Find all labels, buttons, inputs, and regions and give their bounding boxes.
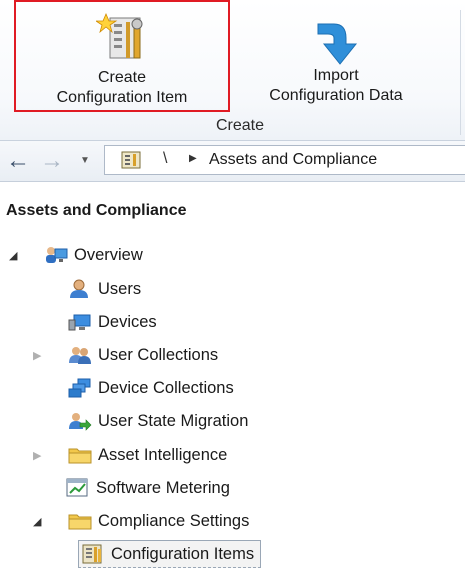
tree-item-asset-intelligence[interactable]: ▶ Asset Intelligence bbox=[33, 441, 228, 469]
collapse-icon[interactable]: ◢ bbox=[9, 249, 17, 262]
tree-item-compliance-settings[interactable]: ◢ Compliance Settings bbox=[33, 507, 250, 535]
console-root-icon[interactable] bbox=[121, 151, 141, 169]
create-label-line2: Configuration Item bbox=[56, 89, 188, 106]
ribbon: Create Configuration Item Import Configu… bbox=[0, 0, 465, 141]
breadcrumb-expand-icon[interactable]: ▶ bbox=[189, 153, 197, 164]
user-state-migration-icon bbox=[68, 411, 92, 431]
tree-item-label: Compliance Settings bbox=[98, 511, 250, 530]
devices-icon bbox=[68, 312, 92, 332]
folder-icon bbox=[68, 511, 92, 531]
create-label-line1: Create bbox=[97, 69, 147, 86]
tree-item-label: Asset Intelligence bbox=[98, 445, 228, 464]
user-collections-icon bbox=[68, 345, 92, 365]
software-metering-icon bbox=[66, 478, 90, 498]
create-configuration-item-button[interactable]: Create Configuration Item bbox=[14, 0, 230, 112]
expand-icon[interactable]: ▶ bbox=[33, 349, 41, 362]
user-icon bbox=[68, 279, 92, 299]
back-arrow-icon[interactable]: ← bbox=[6, 149, 34, 173]
breadcrumb-item-assets[interactable]: Assets and Compliance bbox=[209, 151, 377, 169]
import-label-line1: Import bbox=[313, 67, 359, 84]
tree-item-label: User Collections bbox=[98, 345, 219, 364]
tree-item-label: User State Migration bbox=[98, 411, 249, 430]
breadcrumb-separator: \ bbox=[163, 150, 168, 167]
tree-title: Assets and Compliance bbox=[6, 202, 187, 219]
tree-item-users[interactable]: Users bbox=[68, 275, 141, 303]
ribbon-group-label: Create bbox=[215, 117, 265, 134]
breadcrumb[interactable]: \ ▶ Assets and Compliance bbox=[104, 145, 465, 175]
tree-item-software-metering[interactable]: Software Metering bbox=[66, 474, 230, 502]
configuration-item-icon bbox=[81, 544, 105, 564]
tree-item-label: Software Metering bbox=[96, 478, 230, 497]
ribbon-separator bbox=[460, 10, 461, 135]
history-dropdown-icon[interactable]: ▼ bbox=[80, 155, 90, 166]
tree-item-device-collections[interactable]: Device Collections bbox=[68, 374, 234, 402]
import-configuration-data-button[interactable]: Import Configuration Data bbox=[236, 0, 436, 116]
folder-icon bbox=[68, 445, 92, 465]
import-label-line2: Configuration Data bbox=[269, 87, 403, 104]
device-collections-icon bbox=[68, 378, 92, 398]
tree-item-label: Devices bbox=[98, 312, 157, 331]
overview-icon bbox=[44, 245, 68, 265]
tree-item-label: Configuration Items bbox=[111, 544, 255, 563]
tree-item-user-state-migration[interactable]: User State Migration bbox=[68, 407, 248, 435]
tree-item-label: Users bbox=[98, 279, 142, 298]
expand-icon[interactable]: ▶ bbox=[33, 449, 41, 462]
tree-item-label: Overview bbox=[74, 245, 143, 264]
forward-arrow-icon[interactable]: → bbox=[40, 149, 68, 173]
tree-item-devices[interactable]: Devices bbox=[68, 308, 157, 336]
tree-item-overview[interactable]: ◢ Overview bbox=[9, 241, 143, 269]
navigation-bar: ← → ▼ \ ▶ Assets and Compliance bbox=[0, 141, 465, 182]
tree-item-label: Device Collections bbox=[98, 378, 234, 397]
create-configuration-item-icon bbox=[96, 12, 152, 64]
collapse-icon[interactable]: ◢ bbox=[33, 515, 41, 528]
import-arrow-icon bbox=[312, 20, 360, 66]
tree-item-user-collections[interactable]: ▶ User Collections bbox=[33, 341, 219, 369]
